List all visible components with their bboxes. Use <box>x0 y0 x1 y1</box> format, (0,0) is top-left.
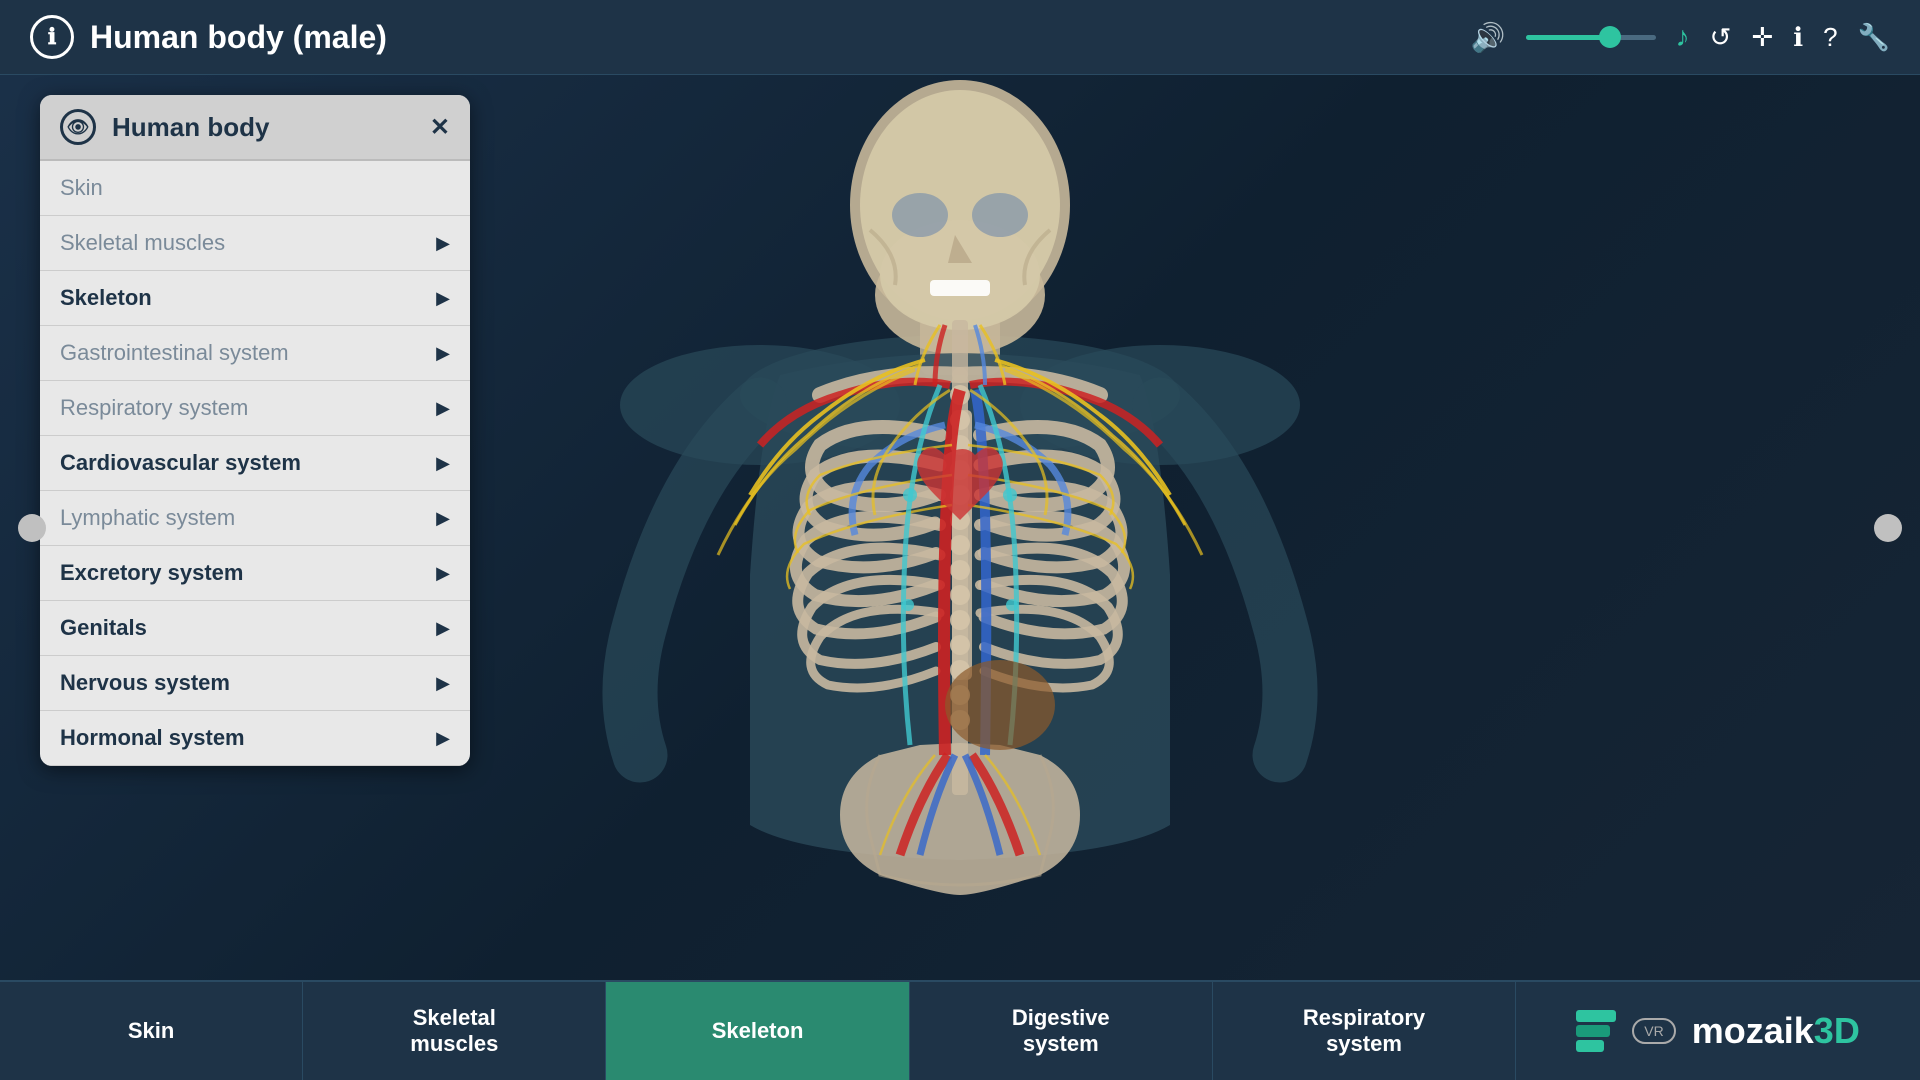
bottom-tab-skeletal-muscles[interactable]: Skeletalmuscles <box>303 982 606 1080</box>
sidebar-menu: SkinSkeletal muscles▶Skeleton▶Gastrointe… <box>40 161 470 766</box>
app-title: Human body (male) <box>90 19 387 56</box>
vr-badge: VR <box>1632 1018 1675 1044</box>
music-icon[interactable]: ♪ <box>1676 21 1690 53</box>
menu-arrow-icon: ▶ <box>436 728 450 749</box>
menu-item-label: Skin <box>60 175 450 201</box>
volume-slider[interactable] <box>1526 35 1656 40</box>
tab-label: Skeletalmuscles <box>410 1005 498 1057</box>
menu-item-label: Skeletal muscles <box>60 230 436 256</box>
tab-label: Digestivesystem <box>1012 1005 1110 1057</box>
menu-item-hormonal-system[interactable]: Hormonal system▶ <box>40 711 470 766</box>
menu-item-gastrointestinal-system[interactable]: Gastrointestinal system▶ <box>40 326 470 381</box>
tab-label: Respiratorysystem <box>1303 1005 1425 1057</box>
menu-item-respiratory-system[interactable]: Respiratory system▶ <box>40 381 470 436</box>
menu-item-label: Nervous system <box>60 670 436 696</box>
menu-item-skeleton[interactable]: Skeleton▶ <box>40 271 470 326</box>
tab-label: Skin <box>128 1018 174 1044</box>
header-controls: 🔊 ♪ ↺ ✛ ℹ ? 🔧 <box>1471 21 1890 54</box>
bottom-tab-skin[interactable]: Skin <box>0 982 303 1080</box>
info-icon[interactable]: ℹ <box>1793 22 1803 53</box>
menu-item-skeletal-muscles[interactable]: Skeletal muscles▶ <box>40 216 470 271</box>
mozaik-brand: VR mozaik3D <box>1516 982 1920 1080</box>
close-button[interactable]: ✕ <box>430 113 450 142</box>
menu-arrow-icon: ▶ <box>436 508 450 529</box>
menu-item-label: Skeleton <box>60 285 436 311</box>
bottom-tab-respiratory-system[interactable]: Respiratorysystem <box>1213 982 1516 1080</box>
reset-icon[interactable]: ↺ <box>1710 22 1732 53</box>
nav-dot-right[interactable] <box>1874 514 1902 542</box>
eye-icon: 👁 <box>60 109 96 145</box>
volume-track[interactable] <box>1526 35 1656 40</box>
bottom-tab-skeleton[interactable]: Skeleton <box>606 982 909 1080</box>
bottom-tab-digestive-system[interactable]: Digestivesystem <box>910 982 1213 1080</box>
menu-item-label: Genitals <box>60 615 436 641</box>
header: ℹ Human body (male) 🔊 ♪ ↺ ✛ ℹ ? 🔧 <box>0 0 1920 75</box>
menu-arrow-icon: ▶ <box>436 673 450 694</box>
menu-item-label: Cardiovascular system <box>60 450 436 476</box>
logo-layer-3 <box>1576 1040 1604 1052</box>
menu-item-skin[interactable]: Skin <box>40 161 470 216</box>
sidebar-header: 👁 Human body ✕ <box>40 95 470 161</box>
sidebar-title: Human body <box>112 112 414 143</box>
menu-item-label: Gastrointestinal system <box>60 340 436 366</box>
move-icon[interactable]: ✛ <box>1751 22 1773 53</box>
volume-icon[interactable]: 🔊 <box>1471 21 1506 54</box>
nav-dot-left[interactable] <box>18 514 46 542</box>
menu-arrow-icon: ▶ <box>436 398 450 419</box>
menu-item-label: Hormonal system <box>60 725 436 751</box>
volume-fill <box>1526 35 1611 40</box>
info-symbol: ℹ <box>48 24 56 50</box>
bottom-tabs: Skin Skeletalmuscles Skeleton Digestivesyst… <box>0 982 1516 1080</box>
menu-arrow-icon: ▶ <box>436 453 450 474</box>
brand-suffix: 3D <box>1814 1010 1860 1051</box>
menu-item-genitals[interactable]: Genitals▶ <box>40 601 470 656</box>
menu-arrow-icon: ▶ <box>436 563 450 584</box>
logo-layer-1 <box>1576 1010 1616 1022</box>
menu-arrow-icon: ▶ <box>436 343 450 364</box>
logo-layer-2 <box>1576 1025 1610 1037</box>
menu-item-nervous-system[interactable]: Nervous system▶ <box>40 656 470 711</box>
menu-item-cardiovascular-system[interactable]: Cardiovascular system▶ <box>40 436 470 491</box>
menu-item-lymphatic-system[interactable]: Lymphatic system▶ <box>40 491 470 546</box>
settings-icon[interactable]: 🔧 <box>1858 22 1890 53</box>
volume-thumb[interactable] <box>1599 26 1621 48</box>
menu-item-label: Respiratory system <box>60 395 436 421</box>
menu-arrow-icon: ▶ <box>436 288 450 309</box>
brand-name: mozaik3D <box>1692 1010 1860 1052</box>
bottom-navigation: Skin Skeletalmuscles Skeleton Digestivesyst… <box>0 980 1920 1080</box>
menu-item-label: Lymphatic system <box>60 505 436 531</box>
tab-label: Skeleton <box>712 1018 804 1044</box>
menu-arrow-icon: ▶ <box>436 618 450 639</box>
app-icon: ℹ <box>30 15 74 59</box>
menu-item-excretory-system[interactable]: Excretory system▶ <box>40 546 470 601</box>
mozaik-logo-icon <box>1576 1010 1616 1052</box>
main-viewport[interactable]: 👁 Human body ✕ SkinSkeletal muscles▶Skel… <box>0 75 1920 980</box>
sidebar-panel: 👁 Human body ✕ SkinSkeletal muscles▶Skel… <box>40 95 470 766</box>
header-left: ℹ Human body (male) <box>30 15 1471 59</box>
menu-arrow-icon: ▶ <box>436 233 450 254</box>
menu-item-label: Excretory system <box>60 560 436 586</box>
help-icon[interactable]: ? <box>1823 22 1837 53</box>
